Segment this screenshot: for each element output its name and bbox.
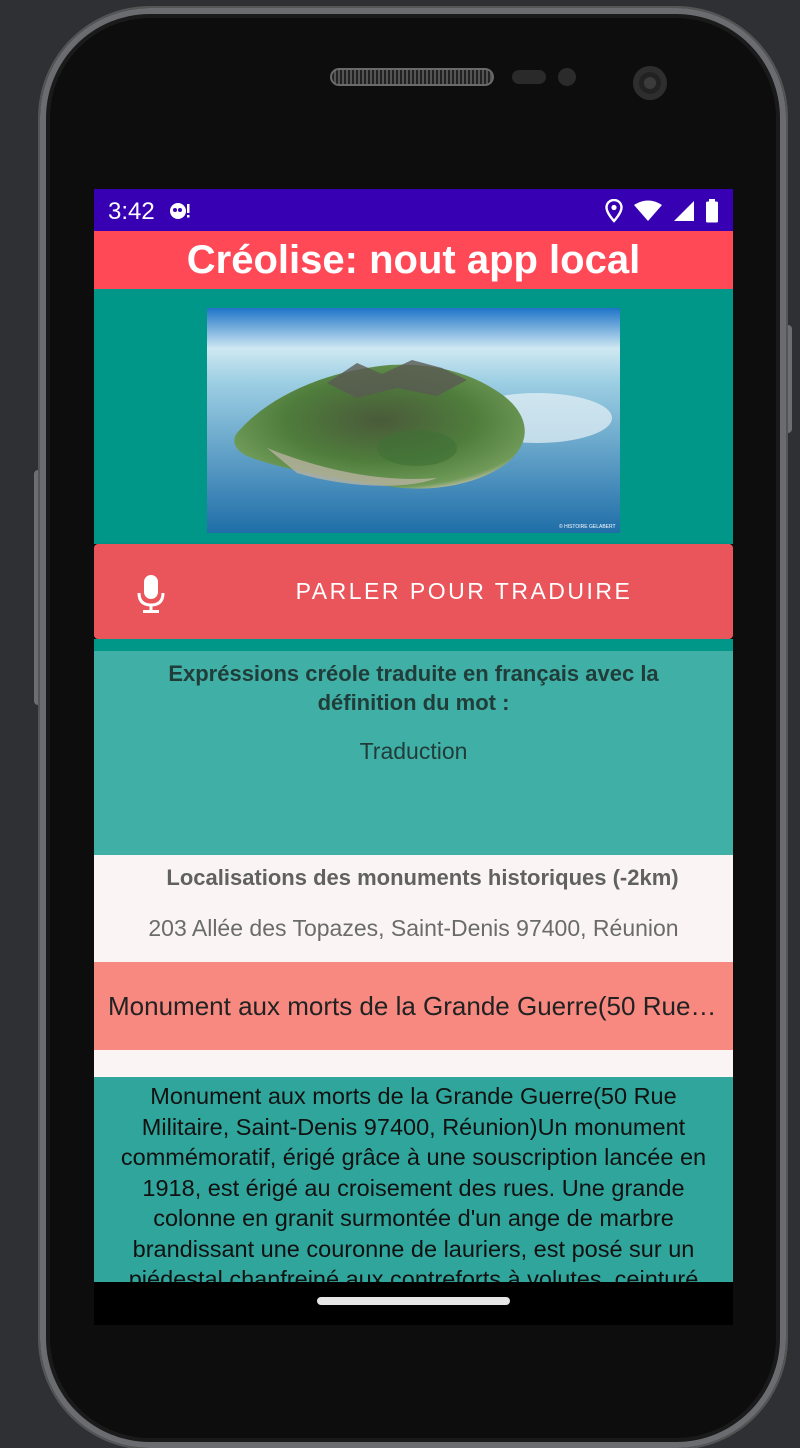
location-section: Localisations des monuments historiques … xyxy=(94,855,733,962)
front-camera xyxy=(633,66,667,100)
microphone-icon xyxy=(137,575,165,613)
wifi-icon xyxy=(634,200,662,221)
app-title: Créolise: nout app local xyxy=(94,231,733,289)
device-screen: 3:42 Créolise: nout app local © HISTOIRE… xyxy=(94,189,733,1325)
navigation-bar xyxy=(94,1282,733,1325)
location-heading: Localisations des monuments historiques … xyxy=(166,865,679,890)
speak-to-translate-button[interactable]: PARLER POUR TRADUIRE xyxy=(94,544,733,639)
status-icons xyxy=(605,197,719,225)
status-bar: 3:42 xyxy=(94,189,733,231)
translation-heading: Expréssions créole traduite en français … xyxy=(168,661,659,715)
proximity-sensor xyxy=(512,70,546,84)
light-sensor xyxy=(558,68,576,86)
island-aerial-photo: © HISTOIRE GELABERT xyxy=(207,308,620,533)
spacer xyxy=(94,1050,733,1077)
battery-icon xyxy=(706,199,718,223)
hero-section: © HISTOIRE GELABERT xyxy=(94,289,733,544)
earpiece-speaker xyxy=(330,68,494,86)
translation-section: Expréssions créole traduite en français … xyxy=(94,651,733,855)
translation-output: Traduction xyxy=(359,738,468,764)
monument-title: Monument aux morts de la Grande Guerre(5… xyxy=(108,991,720,1021)
home-gesture-handle[interactable] xyxy=(317,1297,510,1305)
monument-description: Monument aux morts de la Grande Guerre(5… xyxy=(120,1083,707,1282)
photo-watermark: © HISTOIRE GELABERT xyxy=(559,523,616,530)
speak-to-translate-label: PARLER POUR TRADUIRE xyxy=(295,578,633,604)
status-time: 3:42 xyxy=(108,198,155,225)
monument-list-item[interactable]: Monument aux morts de la Grande Guerre(5… xyxy=(94,962,733,1050)
location-icon xyxy=(605,199,623,223)
monument-description-panel[interactable]: Monument aux morts de la Grande Guerre(5… xyxy=(94,1077,733,1282)
signal-icon xyxy=(674,201,694,221)
section-divider xyxy=(94,639,733,651)
current-address: 203 Allée des Topazes, Saint-Denis 97400… xyxy=(148,915,679,941)
app-notification-icon xyxy=(170,203,190,219)
